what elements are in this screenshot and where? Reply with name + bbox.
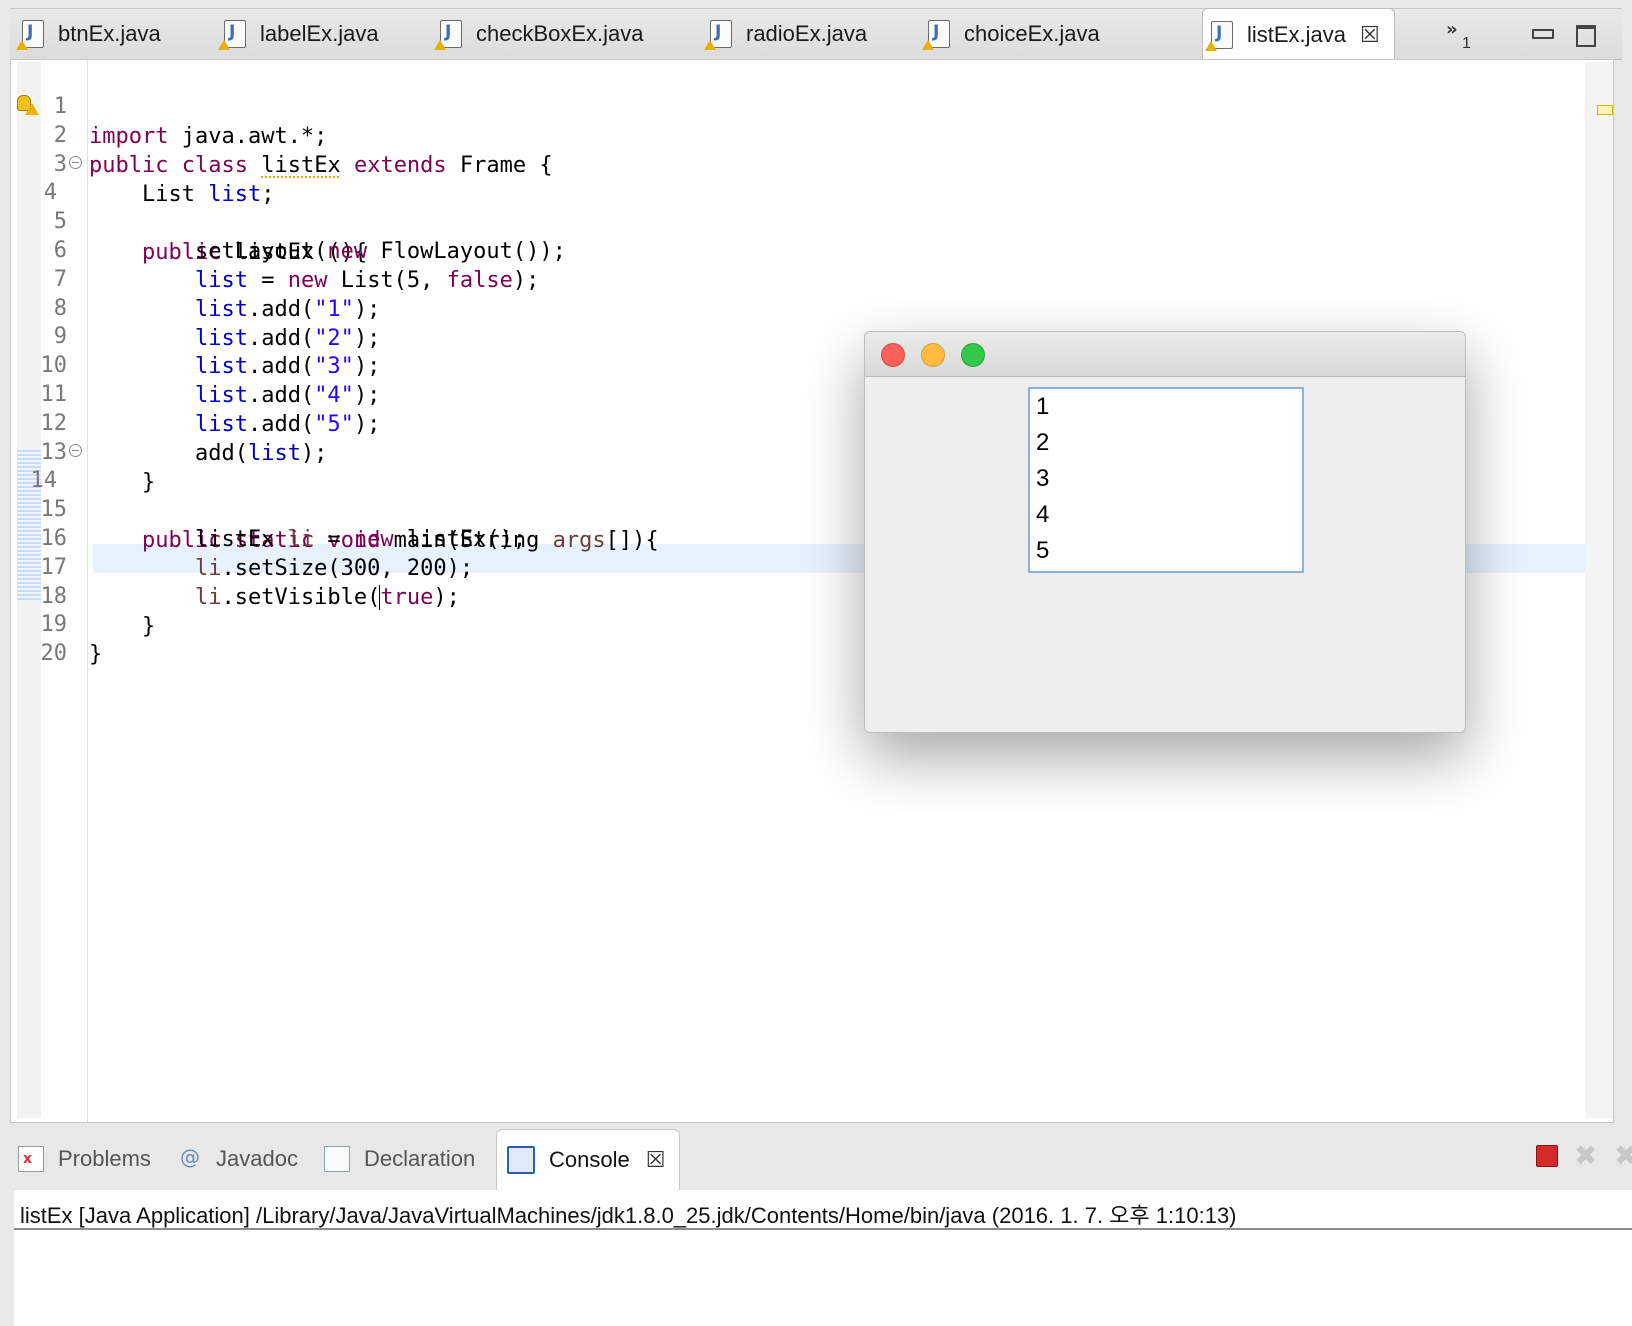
tab-label: Problems [58, 1146, 151, 1171]
tab-console[interactable]: Console ☒ [496, 1129, 681, 1190]
tab-overflow-chevron-icon[interactable]: » [1446, 19, 1458, 40]
list-item[interactable]: 1 [1030, 389, 1302, 425]
java-file-warning-icon [218, 20, 246, 50]
code-line-5[interactable]: 5 setLayout(new FlowLayout()); [11, 177, 1591, 264]
tab-label: labelEx.java [260, 21, 379, 46]
console-icon [507, 1146, 535, 1174]
tab-label: Declaration [364, 1146, 476, 1171]
minimize-icon[interactable] [1532, 29, 1554, 39]
close-tab-icon[interactable]: ☒ [1360, 22, 1380, 48]
minimize-window-button[interactable] [921, 343, 945, 367]
javadoc-icon [178, 1145, 202, 1171]
tab-label: Javadoc [216, 1146, 298, 1171]
code-line-7[interactable]: 7 list.add("1"); [11, 235, 1591, 322]
tab-label: radioEx.java [746, 21, 868, 46]
awt-frame-window[interactable]: 1 2 3 4 5 [864, 331, 1466, 733]
tab-radioex[interactable]: radioEx.java [704, 9, 868, 59]
overview-warning-marker[interactable] [1597, 105, 1613, 115]
line-number: 20 [40, 641, 68, 666]
tab-label: listEx.java [1247, 22, 1347, 47]
list-item[interactable]: 2 [1030, 425, 1302, 461]
tab-label: checkBoxEx.java [476, 21, 644, 46]
tab-label: Console [549, 1147, 630, 1172]
code-line-9[interactable]: 9 list.add("3"); [11, 292, 1591, 379]
code-text: } [89, 642, 103, 667]
code-line-4[interactable]: 4 public listEx (){ [11, 148, 1591, 265]
console-output[interactable]: listEx [Java Application] /Library/Java/… [14, 1190, 1632, 1326]
tab-declaration[interactable]: Declaration [324, 1129, 475, 1189]
java-file-warning-icon [922, 20, 950, 50]
list-item[interactable]: 3 [1030, 461, 1302, 497]
console-header: listEx [Java Application] /Library/Java/… [20, 1203, 1237, 1228]
code-line-2[interactable]: 2 public class listEx extends Frame { [11, 91, 1591, 178]
tab-label: btnEx.java [58, 21, 161, 46]
tab-javadoc[interactable]: Javadoc [178, 1129, 298, 1189]
code-line-6[interactable]: 6 list = new List(5, false); [11, 206, 1591, 293]
fold-collapse-icon[interactable] [69, 444, 82, 457]
java-file-warning-icon [1205, 21, 1233, 51]
tab-listex[interactable]: listEx.java ☒ [1202, 8, 1395, 61]
declaration-icon [324, 1146, 350, 1172]
maximize-icon[interactable] [1576, 25, 1596, 47]
list-item[interactable]: 5 [1030, 533, 1302, 569]
tab-labelex[interactable]: labelEx.java [218, 9, 379, 59]
tab-problems[interactable]: Problems [18, 1129, 151, 1189]
close-tab-icon[interactable]: ☒ [646, 1147, 666, 1173]
window-titlebar[interactable] [865, 332, 1465, 377]
code-line-8[interactable]: 8 list.add("2"); [11, 264, 1591, 351]
editor-tab-bar: btnEx.java labelEx.java checkBoxEx.java … [10, 8, 1622, 61]
problems-icon [18, 1146, 44, 1172]
tab-checkboxex[interactable]: checkBoxEx.java [434, 9, 644, 59]
bottom-panel-tabs: Problems Javadoc Declaration Console ☒ ✖… [10, 1129, 1632, 1190]
tab-label: choiceEx.java [964, 21, 1100, 46]
zoom-window-button[interactable] [961, 343, 985, 367]
java-file-warning-icon [704, 20, 732, 50]
terminate-button[interactable] [1536, 1145, 1558, 1167]
list-item[interactable]: 4 [1030, 497, 1302, 533]
fold-collapse-icon[interactable] [69, 156, 82, 169]
remove-launch-icon[interactable]: ✖ [1574, 1139, 1597, 1172]
code-line-1[interactable]: 1 import java.awt.*; [11, 62, 1591, 149]
java-file-warning-icon [16, 20, 44, 50]
tab-overflow-count: 1 [1462, 35, 1471, 52]
code-line-3[interactable]: 3 List list; [11, 120, 1591, 207]
tab-btnex[interactable]: btnEx.java [16, 9, 161, 59]
remove-all-launches-icon[interactable]: ✖ [1614, 1139, 1632, 1172]
tab-choiceex[interactable]: choiceEx.java [922, 9, 1100, 59]
console-divider [14, 1228, 1632, 1230]
java-file-warning-icon [434, 20, 462, 50]
awt-list-box[interactable]: 1 2 3 4 5 [1028, 387, 1304, 573]
close-window-button[interactable] [881, 343, 905, 367]
